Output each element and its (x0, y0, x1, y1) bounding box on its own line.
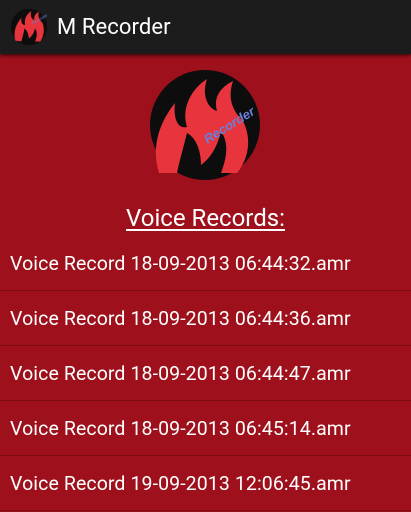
record-list-item[interactable]: Voice Record 18-09-2013 06:45:14.amr (0, 401, 411, 456)
record-list-item[interactable]: Voice Record 18-09-2013 06:44:36.amr (0, 291, 411, 346)
record-list-item[interactable]: Voice Record 19-09-2013 12:06:45.amr (0, 456, 411, 511)
recorder-logo: Recorder (150, 70, 260, 180)
record-list-item[interactable]: Voice Record 18-09-2013 06:44:47.amr (0, 346, 411, 401)
record-name: Voice Record 18-09-2013 06:44:32.amr (10, 251, 351, 275)
record-name: Voice Record 19-09-2013 12:06:45.amr (10, 471, 351, 495)
record-name: Voice Record 18-09-2013 06:44:47.amr (10, 361, 351, 385)
action-bar: Recorder M Recorder (0, 0, 411, 54)
record-name: Voice Record 18-09-2013 06:45:14.amr (10, 416, 351, 440)
record-list-item[interactable]: Voice Record 18-09-2013 06:44:32.amr (0, 236, 411, 291)
record-name: Voice Record 18-09-2013 06:44:36.amr (10, 306, 351, 330)
voice-records-heading: Voice Records: (126, 204, 285, 232)
app-title: M Recorder (57, 14, 171, 40)
records-list: Voice Record 18-09-2013 06:44:32.amr Voi… (0, 236, 411, 511)
app-screen: Recorder M Recorder Recorder Voice Recor… (0, 0, 411, 512)
app-logo-icon[interactable]: Recorder (10, 8, 48, 46)
